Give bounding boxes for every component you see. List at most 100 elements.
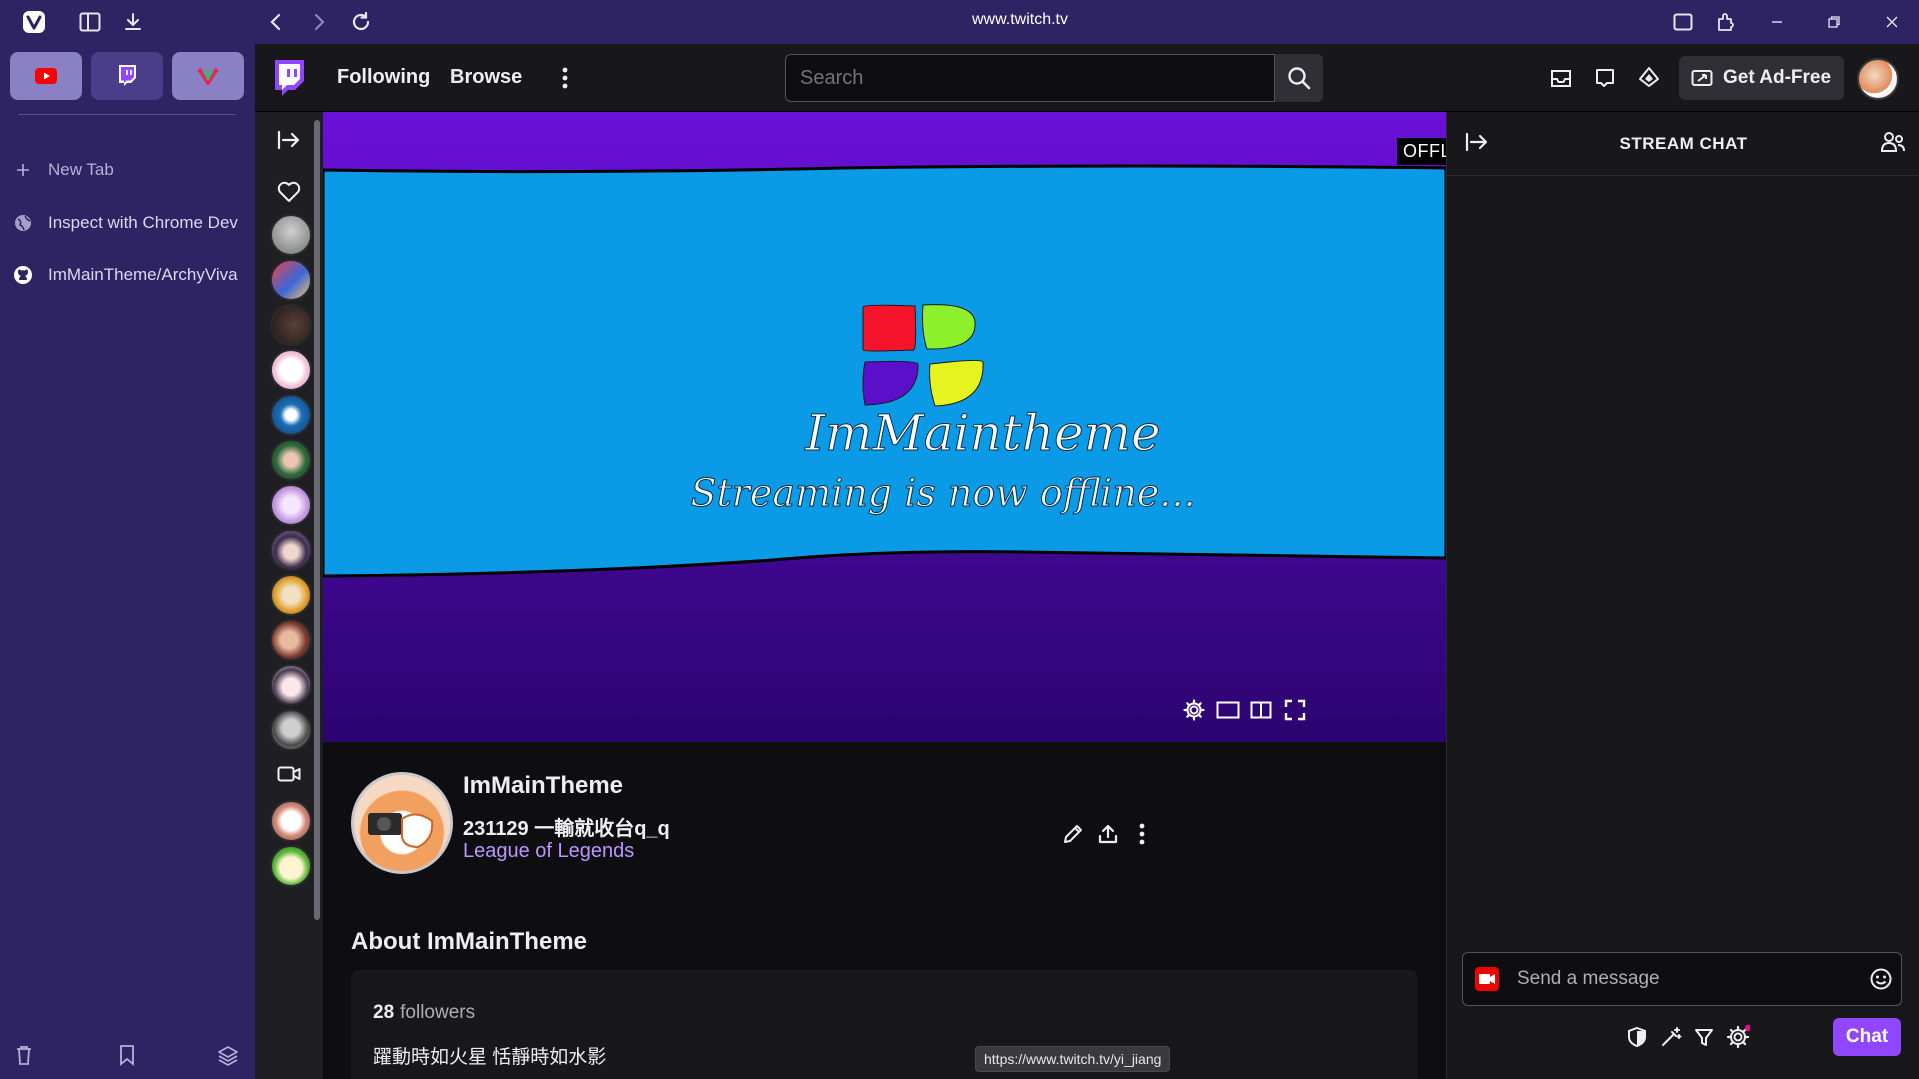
video-player[interactable]: ImMaintheme Streaming is now offline... … <box>323 112 1446 742</box>
tab-tiling-icon[interactable] <box>1669 8 1697 36</box>
chat-settings-icon[interactable] <box>1723 1022 1753 1052</box>
player-settings-icon[interactable] <box>1178 694 1210 726</box>
expand-sidebar-icon[interactable] <box>273 124 305 156</box>
recommended-channel-avatar[interactable] <box>270 800 312 842</box>
plus-icon <box>12 159 34 181</box>
offline-banner-image: ImMaintheme Streaming is now offline... <box>323 164 1446 578</box>
banner-offline-message: Streaming is now offline... <box>690 471 1195 515</box>
address-bar[interactable]: www.twitch.tv <box>850 11 1190 29</box>
tab-github[interactable]: ImMainTheme/ArchyViva <box>12 257 244 293</box>
search-button[interactable] <box>1275 54 1323 102</box>
nav-following[interactable]: Following <box>337 66 430 89</box>
reload-icon[interactable] <box>347 8 375 36</box>
community-users-icon[interactable] <box>1880 130 1906 154</box>
followed-channel-avatar[interactable] <box>270 709 312 751</box>
github-icon <box>12 264 34 286</box>
get-ad-free-label: Get Ad-Free <box>1723 67 1832 88</box>
more-options-icon[interactable] <box>549 62 581 94</box>
followed-channel-avatar[interactable] <box>270 619 312 661</box>
whispers-icon[interactable] <box>1589 62 1621 94</box>
search-icon <box>1287 66 1311 90</box>
followed-channel-avatar[interactable] <box>270 394 312 436</box>
rail-scrollbar[interactable] <box>314 120 320 920</box>
vivaldi-colorful-icon <box>197 67 219 85</box>
link-hover-status: https://www.twitch.tv/yi_jiang <box>975 1046 1171 1072</box>
vivaldi-menu-icon[interactable] <box>20 8 48 36</box>
chat-title: STREAM CHAT <box>1619 134 1748 153</box>
pinned-tab-twitch[interactable] <box>91 52 163 100</box>
share-icon[interactable] <box>1092 818 1124 850</box>
theatre-mode-icon[interactable] <box>1212 694 1244 726</box>
followers-label: followers <box>400 1002 476 1023</box>
inbox-icon[interactable] <box>1545 62 1577 94</box>
fullscreen-icon[interactable] <box>1279 694 1311 726</box>
channel-bio: 躍動時如火星 恬靜時如水影 <box>373 1047 607 1068</box>
followed-channel-avatar[interactable] <box>270 304 312 346</box>
tab-title: ImMainTheme/ArchyViva <box>48 265 238 284</box>
nav-browse[interactable]: Browse <box>450 66 522 89</box>
followers-count: 28 followers <box>373 1002 475 1024</box>
followed-channel-avatar[interactable] <box>270 439 312 481</box>
channel-points-reward-icon[interactable] <box>1689 1022 1719 1052</box>
browser-tab-panel: New Tab Inspect with Chrome Dev ImMainTh… <box>0 44 255 1079</box>
get-ad-free-button[interactable]: Get Ad-Free <box>1679 56 1844 100</box>
bits-crown-icon[interactable] <box>1633 62 1665 94</box>
channel-more-icon[interactable] <box>1126 818 1158 850</box>
followed-channel-avatar[interactable] <box>270 259 312 301</box>
search-input[interactable] <box>785 54 1275 102</box>
chat-message-input[interactable]: Send a message <box>1462 952 1902 1006</box>
pinned-divider <box>18 114 236 115</box>
followed-channel-avatar[interactable] <box>270 664 312 706</box>
followed-channels-rail <box>255 112 323 1079</box>
camera-record-icon[interactable] <box>1475 967 1499 991</box>
chat-placeholder: Send a message <box>1517 968 1660 989</box>
new-tab-button[interactable]: New Tab <box>12 152 244 188</box>
stream-chat-panel: STREAM CHAT Send a message Chat <box>1446 112 1919 1079</box>
game-category-link[interactable]: League of Legends <box>463 840 634 863</box>
followed-channel-avatar[interactable] <box>270 349 312 391</box>
banner-logo-text: ImMaintheme <box>804 404 1160 462</box>
followed-channel-avatar[interactable] <box>270 484 312 526</box>
twitch-top-nav: Following Browse Get Ad-Free <box>255 44 1919 112</box>
twitch-page: Following Browse Get Ad-Free <box>255 44 1919 1079</box>
pinned-tab-youtube[interactable] <box>10 52 82 100</box>
channel-name[interactable]: ImMainTheme <box>463 772 623 800</box>
new-tab-label: New Tab <box>48 160 114 179</box>
panel-toggle-icon[interactable] <box>76 8 104 36</box>
back-icon[interactable] <box>262 8 290 36</box>
tab-inspect[interactable]: Inspect with Chrome Dev <box>12 205 244 241</box>
downloads-icon[interactable] <box>119 8 147 36</box>
followers-number: 28 <box>373 1002 395 1023</box>
collapse-chat-icon[interactable] <box>1245 694 1277 726</box>
predictions-wand-icon[interactable] <box>1656 1022 1686 1052</box>
minimize-icon[interactable] <box>1763 8 1791 36</box>
mod-shield-icon[interactable] <box>1622 1022 1652 1052</box>
recommended-camera-icon <box>273 758 305 790</box>
youtube-icon <box>35 68 57 84</box>
trash-icon[interactable] <box>14 1044 34 1066</box>
about-heading: About ImMainTheme <box>351 928 588 955</box>
chat-header: STREAM CHAT <box>1447 112 1919 176</box>
twitch-icon <box>116 64 138 88</box>
edit-stream-info-icon[interactable] <box>1057 818 1089 850</box>
send-chat-button[interactable]: Chat <box>1833 1018 1901 1056</box>
followed-channel-avatar[interactable] <box>270 529 312 571</box>
bookmark-icon[interactable] <box>118 1044 136 1066</box>
twitch-logo-icon[interactable] <box>271 58 307 98</box>
ad-free-icon <box>1691 68 1713 88</box>
followed-channel-avatar[interactable] <box>270 574 312 616</box>
recommended-channel-avatar[interactable] <box>270 845 312 887</box>
layers-icon[interactable] <box>217 1044 239 1066</box>
offline-badge: OFFLINE <box>1397 138 1446 165</box>
user-avatar[interactable] <box>1857 58 1899 100</box>
emote-picker-icon[interactable] <box>1869 967 1893 991</box>
pinned-tab-vivaldi[interactable] <box>172 52 244 100</box>
extensions-icon[interactable] <box>1712 8 1740 36</box>
restore-icon[interactable] <box>1820 8 1848 36</box>
forward-icon[interactable] <box>305 8 333 36</box>
channel-avatar[interactable] <box>351 772 453 874</box>
stream-title: 231129 一輸就收台q_q <box>463 818 670 840</box>
followed-channel-avatar[interactable] <box>270 214 312 256</box>
tab-title: Inspect with Chrome Dev <box>48 213 238 232</box>
close-window-icon[interactable] <box>1878 8 1906 36</box>
